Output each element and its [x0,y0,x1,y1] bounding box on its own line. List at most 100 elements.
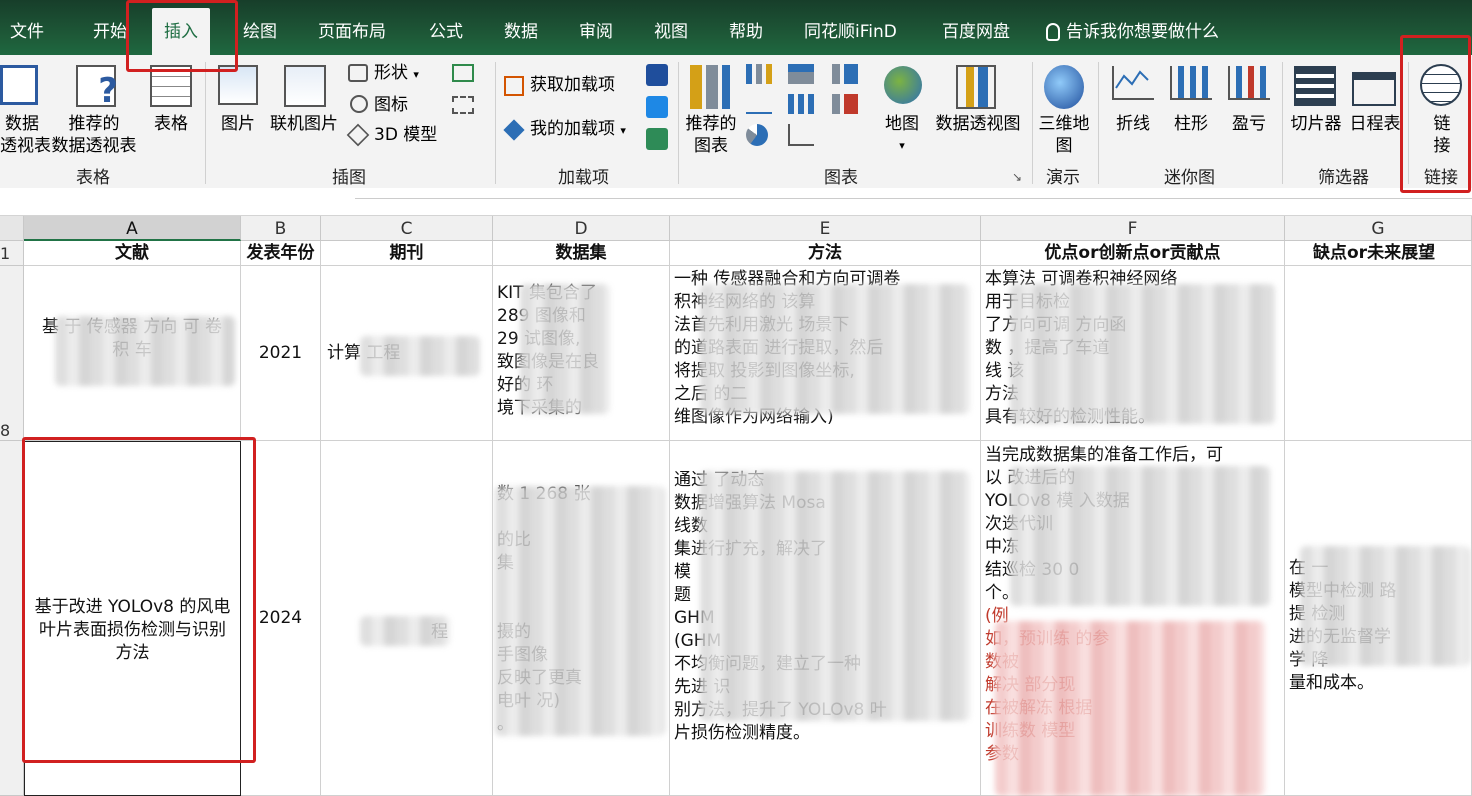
redaction-blur [1010,466,1270,606]
tab-data[interactable]: 数据 [504,0,538,62]
column-header-f[interactable]: F [981,216,1285,241]
my-addins-button[interactable]: 我的加载项 ▾ [530,118,626,142]
table-button[interactable]: 表格 [150,113,192,135]
chevron-down-icon: ▾ [413,68,419,81]
icons-button[interactable]: 图标 [374,94,408,116]
column-chart-icon[interactable] [746,64,772,84]
timeline-button[interactable]: 日程表 [1346,113,1404,135]
maps-label: 地图 [885,114,919,134]
redaction-blur [995,621,1265,796]
3d-map-icon [1044,65,1084,109]
statistic-chart-icon[interactable] [788,94,814,114]
redaction-blur [700,471,970,721]
select-all-corner[interactable] [0,216,24,241]
tab-baidu-netdisk[interactable]: 百度网盘 [942,0,1010,62]
sparkline-line-button[interactable]: 折线 [1112,113,1154,135]
dialog-launcher-icon[interactable]: ↘ [1012,170,1022,184]
icons-icon [350,95,368,113]
group-label-charts: 图表 [824,168,858,188]
tell-me-box[interactable]: 告诉我你想要做什么 [1046,0,1219,62]
column-header-b[interactable]: B [241,216,321,241]
header-cell-dataset[interactable]: 数据集 [493,241,670,266]
online-picture-icon [284,65,326,107]
column-header-d[interactable]: D [493,216,670,241]
group-label-sparklines: 迷你图 [1164,168,1215,188]
header-cell-year[interactable]: 发表年份 [241,241,321,266]
pivot-chart-button[interactable]: 数据透视图 [930,113,1026,135]
separator [1282,62,1283,184]
tell-me-text: 告诉我你想要做什么 [1066,22,1219,42]
redaction-blur [55,316,235,386]
separator [1032,62,1033,184]
online-pictures-button[interactable]: 联机图片 [266,113,342,135]
redaction-blur [495,486,665,736]
get-addins-button[interactable]: 获取加载项 [530,74,615,96]
tab-help[interactable]: 帮助 [729,0,763,62]
shapes-button[interactable]: 形状 ▾ [374,62,419,86]
combo-chart-icon[interactable] [832,94,858,114]
store-icon [504,76,524,96]
sparkline-column-button[interactable]: 柱形 [1170,113,1212,135]
pie-chart-icon[interactable] [746,124,768,146]
scatter-chart-icon[interactable] [788,124,814,146]
pivot-table-button[interactable]: 数据 透视表 [0,113,51,157]
cell-text-line: 当完成数据集的准备工作后，可 [985,445,1223,465]
tab-view[interactable]: 视图 [654,0,688,62]
pictures-button[interactable]: 图片 [216,113,260,135]
tab-file[interactable]: 文件 [10,0,44,62]
hierarchy-chart-icon[interactable] [788,64,814,84]
row-header-9[interactable] [0,441,24,796]
chevron-down-icon: ▾ [620,124,626,137]
recommended-pivot-icon: ? [76,65,118,111]
recommended-pivot-label-2: 数据透视表 [51,136,137,156]
tab-page-layout[interactable]: 页面布局 [318,0,386,62]
header-cell-advantages[interactable]: 优点or创新点or贡献点 [981,241,1285,266]
column-header-c[interactable]: C [321,216,493,241]
pivot-table-label-2: 透视表 [0,136,51,156]
sparkline-winloss-button[interactable]: 盈亏 [1228,113,1270,135]
row-header-8[interactable]: 8 [0,266,24,441]
recommended-charts-label-1: 推荐的 [685,114,737,134]
smartart-icon [452,64,474,82]
maps-button[interactable]: 地图 ▾ [880,113,924,157]
separator [678,62,679,184]
cell-b8[interactable]: 2021 [241,266,321,441]
sparkline-line-icon [1112,66,1154,100]
header-cell-limitations[interactable]: 缺点or未来展望 [1285,241,1472,266]
redaction-blur [360,336,480,376]
column-header-g[interactable]: G [1285,216,1472,241]
3d-models-button[interactable]: 3D 模型 [374,124,437,146]
header-cell-journal[interactable]: 期刊 [321,241,493,266]
separator [1098,62,1099,184]
my-addins-label: 我的加载项 [530,119,615,139]
recommended-charts-button[interactable]: 推荐的 图表 [682,113,740,157]
pivot-table-icon [0,65,38,105]
waterfall-chart-icon[interactable] [832,64,858,84]
sparkline-winloss-icon [1228,66,1270,100]
recommended-pivot-button[interactable]: 推荐的 数据透视表 [48,113,140,157]
group-label-illustrations: 插图 [332,168,366,188]
tab-review[interactable]: 审阅 [579,0,613,62]
annotation-box-insert-tab [126,0,238,72]
3d-map-label-2: 图 [1055,136,1073,156]
tab-home[interactable]: 开始 [93,0,127,62]
tab-ifind[interactable]: 同花顺iFinD [804,0,897,62]
tab-formulas[interactable]: 公式 [429,0,463,62]
cell-g8[interactable] [1285,266,1472,441]
pivot-table-label-1: 数据 [5,114,39,134]
slicer-button[interactable]: 切片器 [1286,113,1346,135]
line-chart-icon[interactable] [746,94,772,114]
visio-icon [646,64,668,86]
redaction-blur [360,616,450,646]
header-cell-method[interactable]: 方法 [670,241,981,266]
slicer-icon [1294,66,1336,106]
column-header-a[interactable]: A [24,216,241,241]
group-label-filters: 筛选器 [1318,168,1369,188]
tab-draw[interactable]: 绘图 [243,0,277,62]
3d-map-button[interactable]: 三维地图 [1036,113,1092,157]
lightbulb-icon [1046,23,1060,41]
header-cell-literature[interactable]: 文献 [24,241,241,266]
row-header-1[interactable]: 1 [0,241,24,266]
group-label-tables: 表格 [76,168,110,188]
column-header-e[interactable]: E [670,216,981,241]
